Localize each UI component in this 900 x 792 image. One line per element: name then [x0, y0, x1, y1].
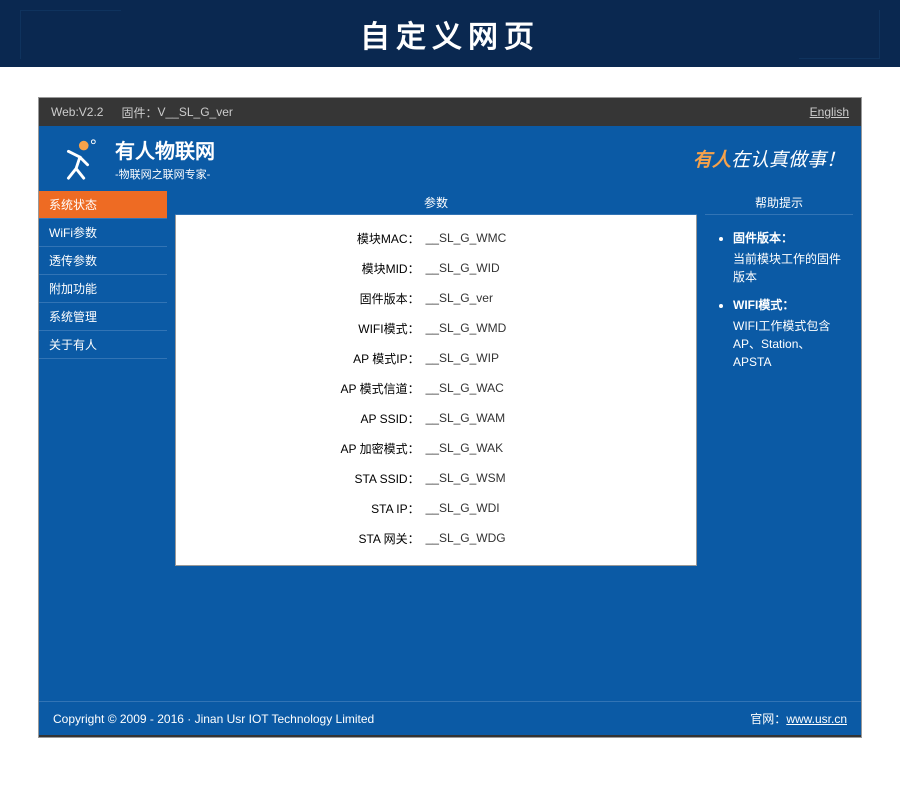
- firmware-label: 固件：: [121, 104, 157, 121]
- sidebar: 系统状态WiFi参数透传参数附加功能系统管理关于有人: [39, 191, 167, 701]
- help-item: 固件版本： 当前模块工作的固件版本: [733, 229, 843, 286]
- param-label: AP 模式IP：: [176, 350, 426, 367]
- param-row: 模块MID：__SL_G_WID: [176, 253, 696, 283]
- param-label: AP SSID：: [176, 410, 426, 427]
- slogan-rest: 在认真做事！: [731, 150, 845, 171]
- site-link[interactable]: www.usr.cn: [786, 712, 847, 726]
- footer: Copyright © 2009 - 2016 · Jinan Usr IOT …: [39, 701, 861, 735]
- help-item-desc: WIFI工作模式包含AP、Station、APSTA: [733, 317, 843, 371]
- params-body: 模块MAC：__SL_G_WMC模块MID：__SL_G_WID固件版本：__S…: [175, 215, 697, 566]
- param-label: STA 网关：: [176, 530, 426, 547]
- main-area: 参数 模块MAC：__SL_G_WMC模块MID：__SL_G_WID固件版本：…: [167, 191, 861, 701]
- param-value: __SL_G_WAM: [426, 411, 696, 425]
- param-value: __SL_G_WDI: [426, 501, 696, 515]
- param-row: STA SSID：__SL_G_WSM: [176, 463, 696, 493]
- language-switch[interactable]: English: [810, 105, 849, 119]
- sidebar-item-4[interactable]: 系统管理: [39, 303, 167, 331]
- brand-block: 有人物联网 -物联网之联网专家-: [115, 135, 215, 182]
- help-item: WIFI模式： WIFI工作模式包含AP、Station、APSTA: [733, 296, 843, 371]
- param-row: STA IP：__SL_G_WDI: [176, 493, 696, 523]
- param-label: STA IP：: [176, 500, 426, 517]
- param-row: WIFI模式：__SL_G_WMD: [176, 313, 696, 343]
- param-label: AP 模式信道：: [176, 380, 426, 397]
- help-item-desc: 当前模块工作的固件版本: [733, 250, 843, 286]
- param-label: 模块MID：: [176, 260, 426, 277]
- param-row: AP 模式信道：__SL_G_WAC: [176, 373, 696, 403]
- param-value: __SL_G_WMC: [426, 231, 696, 245]
- circuit-decoration: [0, 0, 900, 67]
- sidebar-item-3[interactable]: 附加功能: [39, 275, 167, 303]
- brand-subtitle: -物联网之联网专家-: [115, 166, 215, 182]
- sidebar-item-1[interactable]: WiFi参数: [39, 219, 167, 247]
- bottom-border: [39, 735, 861, 737]
- param-row: 固件版本：__SL_G_ver: [176, 283, 696, 313]
- sidebar-item-2[interactable]: 透传参数: [39, 247, 167, 275]
- slogan-highlight: 有人: [693, 150, 731, 171]
- site-block: 官网：www.usr.cn: [750, 710, 847, 727]
- param-value: __SL_G_ver: [426, 291, 696, 305]
- sidebar-item-5[interactable]: 关于有人: [39, 331, 167, 359]
- param-value: __SL_G_WMD: [426, 321, 696, 335]
- param-value: __SL_G_WAC: [426, 381, 696, 395]
- header: 有人物联网 -物联网之联网专家- 有人在认真做事！: [39, 126, 861, 191]
- param-value: __SL_G_WSM: [426, 471, 696, 485]
- param-label: 固件版本：: [176, 290, 426, 307]
- web-version: Web:V2.2: [51, 105, 103, 119]
- top-bar: Web:V2.2 固件： V__SL_G_ver English: [39, 98, 861, 126]
- content-area: 系统状态WiFi参数透传参数附加功能系统管理关于有人 参数 模块MAC：__SL…: [39, 191, 861, 701]
- outer-container: Web:V2.2 固件： V__SL_G_ver English 有人物联网 -…: [0, 67, 900, 768]
- slogan: 有人在认真做事！: [693, 145, 845, 172]
- param-value: __SL_G_WAK: [426, 441, 696, 455]
- param-value: __SL_G_WID: [426, 261, 696, 275]
- help-panel: 帮助提示 固件版本： 当前模块工作的固件版本 WIFI模式： WIFI工作模式包含AP…: [705, 191, 853, 693]
- sidebar-item-0[interactable]: 系统状态: [39, 191, 167, 219]
- app-frame: Web:V2.2 固件： V__SL_G_ver English 有人物联网 -…: [38, 97, 862, 738]
- params-header: 参数: [175, 191, 697, 215]
- help-body: 固件版本： 当前模块工作的固件版本 WIFI模式： WIFI工作模式包含AP、Stat…: [705, 215, 853, 693]
- help-item-title: WIFI模式：: [733, 296, 843, 313]
- param-value: __SL_G_WIP: [426, 351, 696, 365]
- params-panel: 参数 模块MAC：__SL_G_WMC模块MID：__SL_G_WID固件版本：…: [175, 191, 697, 693]
- param-row: AP 加密模式：__SL_G_WAK: [176, 433, 696, 463]
- param-label: STA SSID：: [176, 470, 426, 487]
- site-label: 官网：: [750, 712, 786, 726]
- help-item-title: 固件版本：: [733, 229, 843, 246]
- firmware-value: V__SL_G_ver: [158, 105, 233, 119]
- page-banner: 自定义网页: [0, 0, 900, 67]
- help-list: 固件版本： 当前模块工作的固件版本 WIFI模式： WIFI工作模式包含AP、Stat…: [719, 229, 843, 371]
- param-label: AP 加密模式：: [176, 440, 426, 457]
- help-header: 帮助提示: [705, 191, 853, 215]
- logo-icon: [55, 136, 101, 182]
- param-label: WIFI模式：: [176, 320, 426, 337]
- copyright: Copyright © 2009 - 2016 · Jinan Usr IOT …: [53, 712, 374, 726]
- param-row: AP SSID：__SL_G_WAM: [176, 403, 696, 433]
- param-row: STA 网关：__SL_G_WDG: [176, 523, 696, 553]
- brand-title: 有人物联网: [115, 135, 215, 164]
- param-label: 模块MAC：: [176, 230, 426, 247]
- param-row: 模块MAC：__SL_G_WMC: [176, 223, 696, 253]
- param-value: __SL_G_WDG: [426, 531, 696, 545]
- param-row: AP 模式IP：__SL_G_WIP: [176, 343, 696, 373]
